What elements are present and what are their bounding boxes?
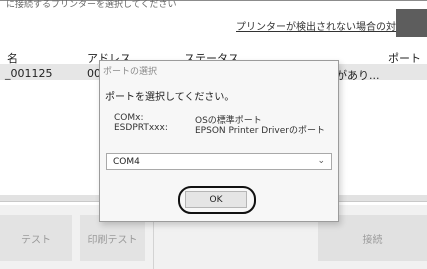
chevron-down-icon: ⌄ [317,156,325,166]
port-key-esdprt: ESDPRTxxx: [114,123,168,133]
selected-port-value: COM4 [113,157,140,167]
test-button[interactable]: テスト [0,215,72,261]
dialog-message: ポートを選択してください。 [105,92,235,103]
dialog-title: ポートの選択 [103,67,158,77]
ok-button[interactable]: OK [185,191,247,208]
port-select-dropdown[interactable]: COM4 ⌄ [106,153,332,170]
search-button-edge[interactable] [396,9,427,37]
row-name: _001125 [5,67,53,80]
port-desc-esdprt: EPSON Printer Driverのポート [195,126,325,136]
row-status: があり... [336,69,380,82]
port-key-comx: COMx: [114,113,144,123]
port-select-dialog: ポートの選択 ポートを選択してください。 COMx: OSの標準ポート ESDP… [99,60,339,222]
instruction-text: に接続するプリンターを選択してください [6,0,177,10]
